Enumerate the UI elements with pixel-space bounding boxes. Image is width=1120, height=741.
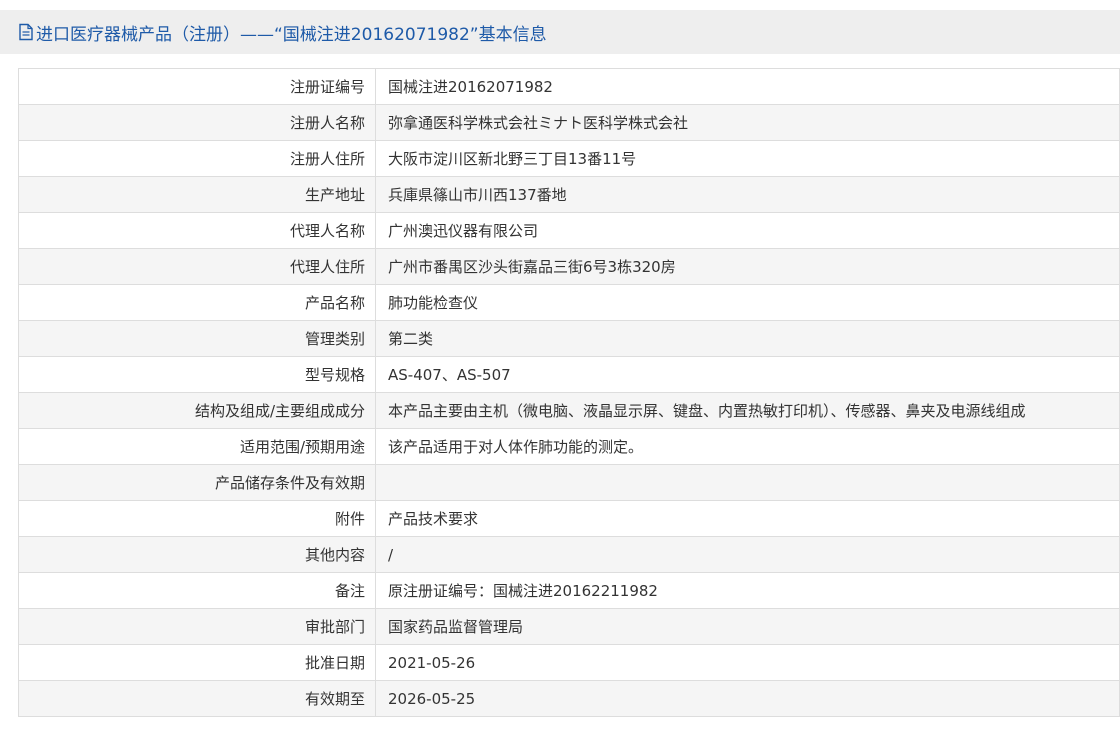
table-row: 产品储存条件及有效期 [18, 464, 1120, 501]
field-value: 大阪市淀川区新北野三丁目13番11号 [375, 140, 1120, 177]
page-title: 进口医疗器械产品（注册）——“国械注进20162071982”基本信息 [36, 24, 547, 45]
field-value: / [375, 536, 1120, 573]
table-row: 产品名称 肺功能检查仪 [18, 284, 1120, 321]
field-label: 备注 [18, 572, 376, 609]
field-label: 批准日期 [18, 644, 376, 681]
field-value: 弥拿通医科学株式会社ミナト医科学株式会社 [375, 104, 1120, 141]
document-icon [18, 23, 34, 41]
info-table-container: 注册证编号 国械注进20162071982 注册人名称 弥拿通医科学株式会社ミナト医… [18, 68, 1120, 717]
table-row: 有效期至 2026-05-25 [18, 680, 1120, 717]
field-label: 适用范围/预期用途 [18, 428, 376, 465]
page: 进口医疗器械产品（注册）——“国械注进20162071982”基本信息 注册证编… [0, 0, 1120, 741]
field-label: 注册证编号 [18, 68, 376, 105]
table-row: 适用范围/预期用途 该产品适用于对人体作肺功能的测定。 [18, 428, 1120, 465]
field-value: 2021-05-26 [375, 644, 1120, 681]
field-label: 注册人住所 [18, 140, 376, 177]
field-label: 代理人住所 [18, 248, 376, 285]
field-label: 产品名称 [18, 284, 376, 321]
field-value: 原注册证编号：国械注进20162211982 [375, 572, 1120, 609]
table-row: 代理人名称 广州澳迅仪器有限公司 [18, 212, 1120, 249]
table-row: 注册人住所 大阪市淀川区新北野三丁目13番11号 [18, 140, 1120, 177]
table-row: 其他内容 / [18, 536, 1120, 573]
field-value: 广州市番禺区沙头街嘉品三街6号3栋320房 [375, 248, 1120, 285]
field-label: 注册人名称 [18, 104, 376, 141]
field-value: 肺功能检查仪 [375, 284, 1120, 321]
table-row: 结构及组成/主要组成成分 本产品主要由主机（微电脑、液晶显示屏、键盘、内置热敏打印… [18, 392, 1120, 429]
table-row: 代理人住所 广州市番禺区沙头街嘉品三街6号3栋320房 [18, 248, 1120, 285]
field-label: 生产地址 [18, 176, 376, 213]
table-row: 备注 原注册证编号：国械注进20162211982 [18, 572, 1120, 609]
table-row: 管理类别 第二类 [18, 320, 1120, 357]
field-value: 国家药品监督管理局 [375, 608, 1120, 645]
field-value: 国械注进20162071982 [375, 68, 1120, 105]
table-row: 型号规格 AS-407、AS-507 [18, 356, 1120, 393]
info-table: 注册证编号 国械注进20162071982 注册人名称 弥拿通医科学株式会社ミナト医… [18, 68, 1120, 717]
field-value: 该产品适用于对人体作肺功能的测定。 [375, 428, 1120, 465]
field-value [375, 464, 1120, 501]
table-row: 审批部门 国家药品监督管理局 [18, 608, 1120, 645]
field-label: 型号规格 [18, 356, 376, 393]
field-value: 本产品主要由主机（微电脑、液晶显示屏、键盘、内置热敏打印机）、传感器、鼻夹及电源… [375, 392, 1120, 429]
field-label: 代理人名称 [18, 212, 376, 249]
table-row: 注册证编号 国械注进20162071982 [18, 68, 1120, 105]
field-value: 2026-05-25 [375, 680, 1120, 717]
field-label: 审批部门 [18, 608, 376, 645]
page-header: 进口医疗器械产品（注册）——“国械注进20162071982”基本信息 [0, 10, 1120, 54]
field-value: 第二类 [375, 320, 1120, 357]
field-value: AS-407、AS-507 [375, 356, 1120, 393]
field-label: 产品储存条件及有效期 [18, 464, 376, 501]
table-row: 批准日期 2021-05-26 [18, 644, 1120, 681]
table-row: 注册人名称 弥拿通医科学株式会社ミナト医科学株式会社 [18, 104, 1120, 141]
table-row: 附件 产品技术要求 [18, 500, 1120, 537]
field-label: 其他内容 [18, 536, 376, 573]
field-label: 附件 [18, 500, 376, 537]
field-label: 管理类别 [18, 320, 376, 357]
field-label: 结构及组成/主要组成成分 [18, 392, 376, 429]
field-value: 兵庫県篠山市川西137番地 [375, 176, 1120, 213]
table-row: 生产地址 兵庫県篠山市川西137番地 [18, 176, 1120, 213]
field-value: 广州澳迅仪器有限公司 [375, 212, 1120, 249]
top-spacer [0, 0, 1120, 10]
field-value: 产品技术要求 [375, 500, 1120, 537]
field-label: 有效期至 [18, 680, 376, 717]
